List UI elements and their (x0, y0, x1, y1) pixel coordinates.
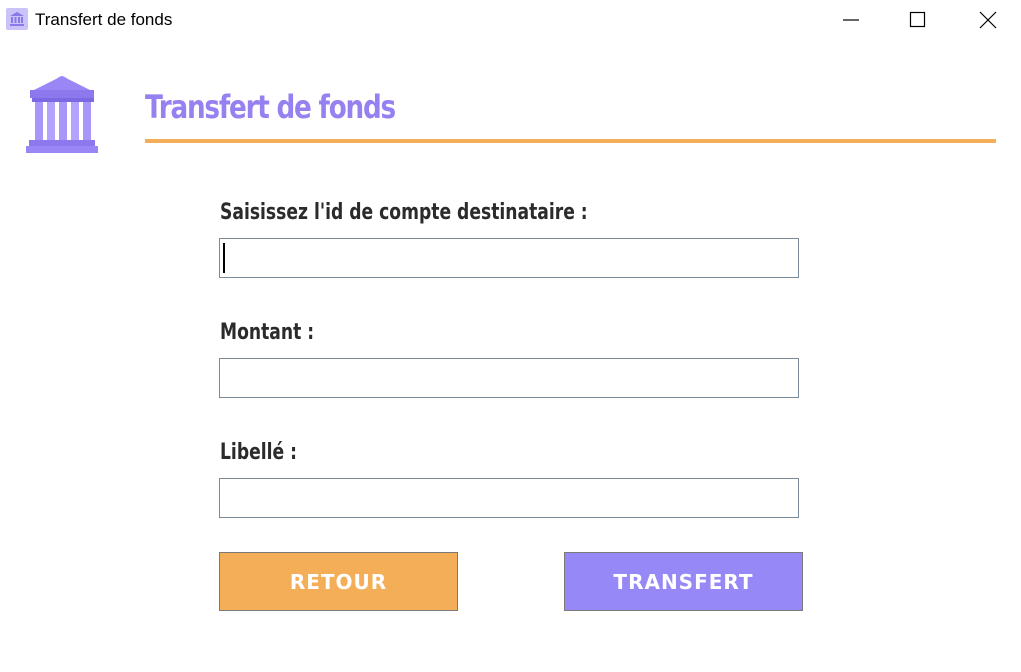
minimize-button[interactable] (816, 0, 886, 40)
maximize-button[interactable] (883, 0, 953, 40)
page-title: Transfert de fonds (145, 88, 396, 126)
account-id-label: Saisissez l'id de compte destinataire : (220, 200, 588, 225)
title-underline (145, 139, 996, 143)
window-title: Transfert de fonds (35, 10, 173, 29)
account-id-input[interactable] (219, 238, 799, 278)
close-button[interactable] (953, 0, 1021, 40)
amount-label: Montant : (220, 320, 315, 345)
transfer-window: Transfert de fonds Transfert de fonds Sa… (0, 0, 1021, 672)
bank-icon (6, 8, 28, 30)
text-caret (223, 243, 225, 273)
description-input[interactable] (219, 478, 799, 518)
description-label: Libellé : (220, 440, 297, 465)
maximize-icon (909, 11, 926, 28)
transfer-button[interactable]: TRANSFERT (564, 552, 803, 611)
close-icon (979, 11, 997, 29)
back-button-label: RETOUR (289, 569, 388, 594)
amount-input[interactable] (219, 358, 799, 398)
transfer-button-label: TRANSFERT (613, 569, 754, 594)
title-bar: Transfert de fonds (0, 0, 1021, 40)
minimize-icon (843, 19, 859, 21)
back-button[interactable]: RETOUR (219, 552, 458, 611)
bank-building-icon (24, 70, 100, 156)
